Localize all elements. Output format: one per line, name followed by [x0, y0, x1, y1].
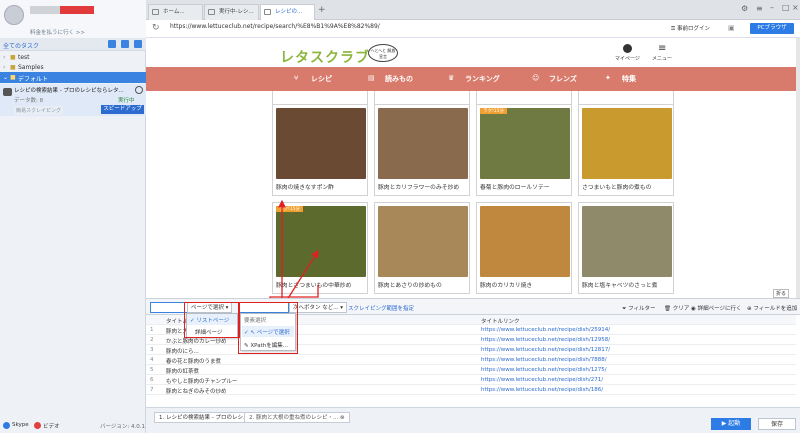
filter-button[interactable]: ⏷ フィルター — [622, 304, 656, 313]
save-button[interactable]: 保存 — [758, 418, 796, 430]
cell-title[interactable]: 豚肉のにら... — [166, 347, 199, 355]
row-number: 6 — [150, 377, 154, 383]
table-row[interactable]: 5 豚肉の紅茶煮 https://www.lettuceclub.net/recip… — [146, 365, 796, 375]
cell-link[interactable]: https://www.lettuceclub.net/recipe/dish/… — [481, 367, 607, 373]
bottom-bar: 1. レシピの検索結果 - プロのレシ... 2. 豚肉と大根の重ね煮のレシピ・… — [146, 407, 800, 433]
highlight-box — [238, 302, 298, 354]
cell-title[interactable]: もやしと豚肉のチャンプルー — [166, 377, 237, 385]
table-row[interactable]: 6 もやしと豚肉のチャンプルー https://www.lettuceclub.ne… — [146, 375, 796, 385]
detail-button[interactable]: ◉ 詳細ページに行く — [691, 304, 741, 312]
row-number: 5 — [150, 367, 154, 373]
clear-button[interactable]: 🗑 クリア — [664, 304, 689, 312]
table-row[interactable]: 7 豚肉とねぎのみその炒め https://www.lettuceclub.net/… — [146, 385, 796, 395]
eye-icon: ◉ — [691, 306, 696, 312]
filter-icon: ⏷ — [622, 306, 627, 312]
cell-title[interactable]: かぶと豚肉のカレー炒め — [166, 337, 227, 345]
cell-title[interactable]: 豚肉とねぎのみその炒め — [166, 387, 227, 395]
plus-icon: ⊕ — [747, 306, 752, 312]
bottom-tab-list[interactable]: 1. レシピの検索結果 - プロのレシ... — [154, 412, 254, 423]
cell-link[interactable]: https://www.lettuceclub.net/recipe/dish/… — [481, 377, 603, 383]
row-number: 7 — [150, 387, 154, 393]
range-link[interactable]: スクレイピング範囲を指定 — [348, 304, 414, 312]
row-number: 2 — [150, 337, 154, 343]
trash-icon: 🗑 — [664, 306, 671, 312]
col-link-header[interactable]: タイトルリンク — [481, 317, 520, 325]
cell-title[interactable]: 春の花と豚肉のうま煮 — [166, 357, 221, 365]
bottom-tab-detail[interactable]: 2. 豚肉と大根の重ね煮のレシピ・... ⊗ — [244, 412, 350, 423]
cell-link[interactable]: https://www.lettuceclub.net/recipe/dish/… — [481, 327, 610, 333]
cell-title[interactable]: 豚肉の紅茶煮 — [166, 367, 199, 375]
cell-link[interactable]: https://www.lettuceclub.net/recipe/dish/… — [481, 337, 610, 343]
cell-link[interactable]: https://www.lettuceclub.net/recipe/dish/… — [481, 347, 610, 353]
table-row[interactable]: 4 春の花と豚肉のうま煮 https://www.lettuceclub.net/r… — [146, 355, 796, 365]
close-icon[interactable]: ⊗ — [340, 415, 345, 421]
row-number: 3 — [150, 347, 154, 353]
add-field-button[interactable]: ⊕ フィールドを追加 — [747, 304, 797, 312]
cell-link[interactable]: https://www.lettuceclub.net/recipe/dish/… — [481, 387, 603, 393]
highlight-box — [184, 302, 240, 338]
start-button[interactable]: ▶ 起動 — [711, 418, 751, 430]
cell-link[interactable]: https://www.lettuceclub.net/recipe/dish/… — [481, 357, 607, 363]
play-icon: ▶ — [721, 420, 727, 427]
row-number: 4 — [150, 357, 154, 363]
row-number: 1 — [150, 327, 154, 333]
